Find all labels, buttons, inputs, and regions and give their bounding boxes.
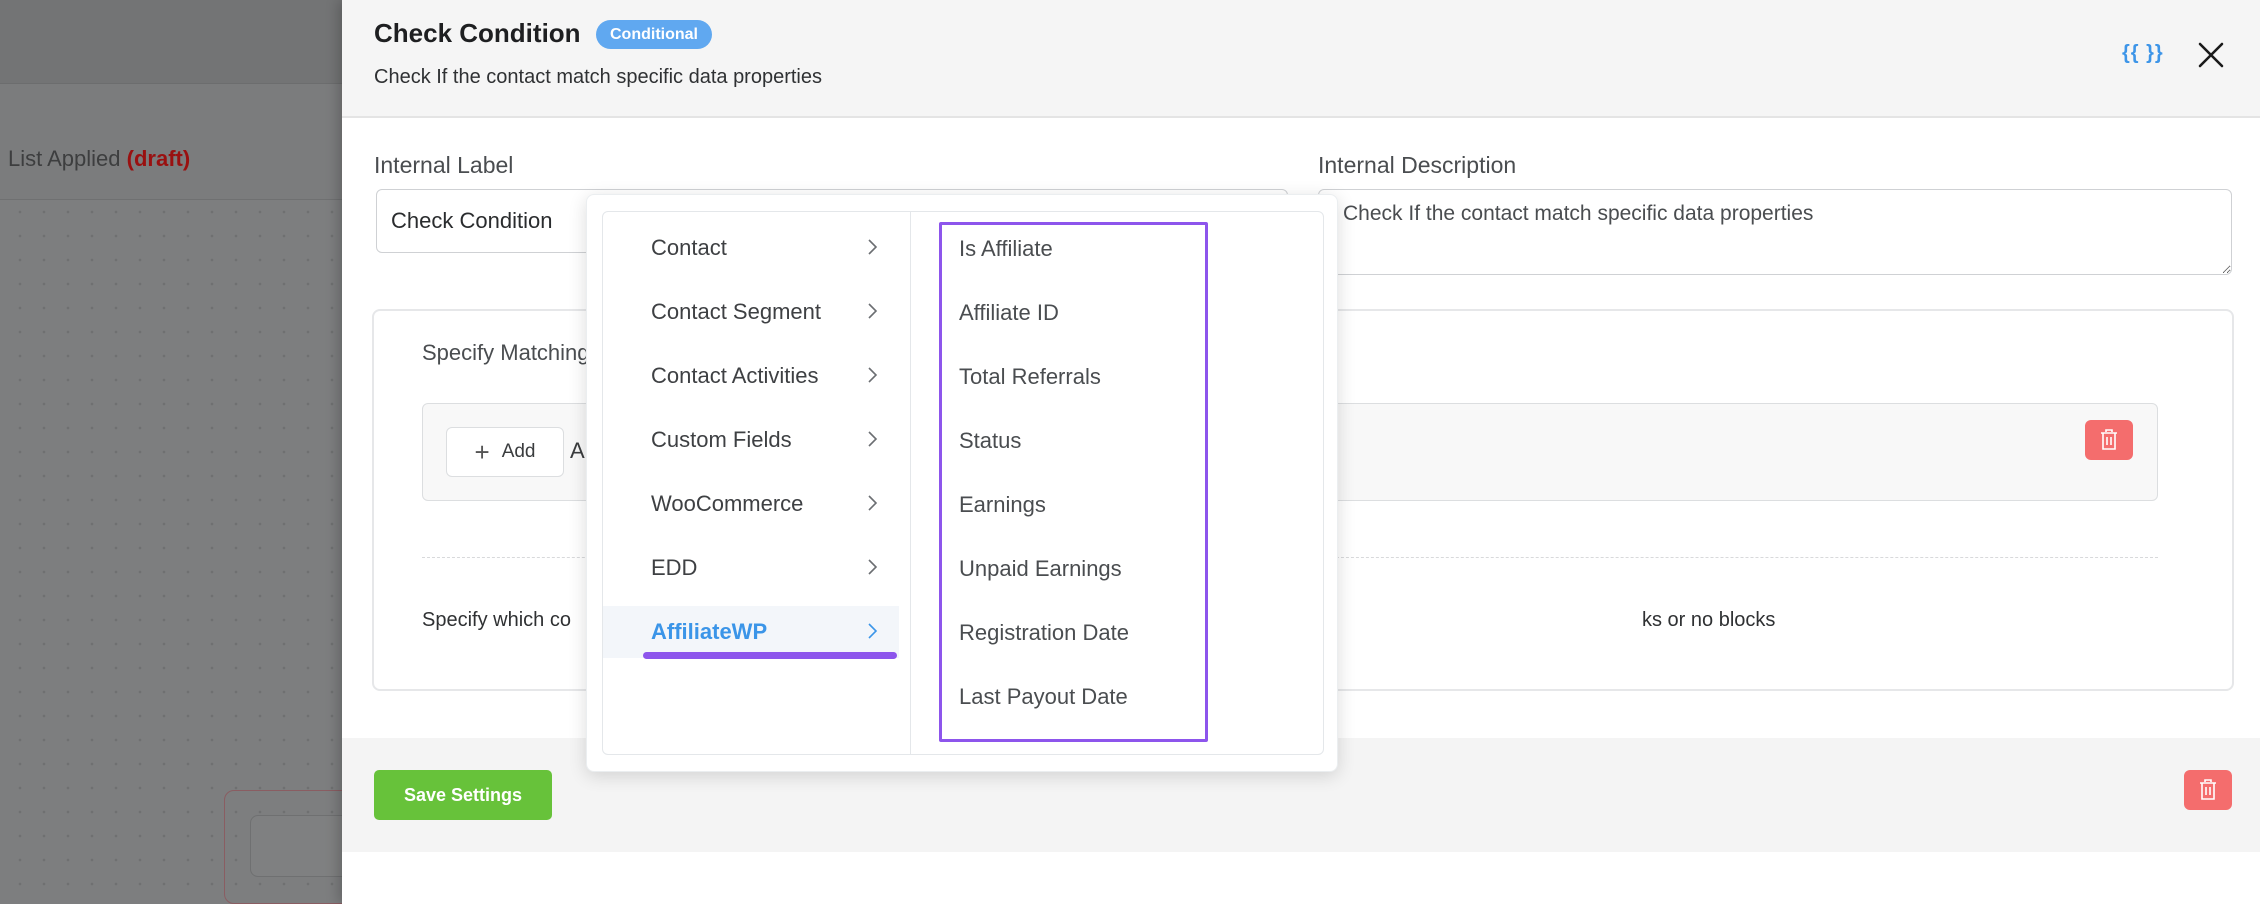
category-woocommerce[interactable]: WooCommerce <box>603 478 899 530</box>
option-status[interactable]: Status <box>959 428 1021 454</box>
option-is-affiliate[interactable]: Is Affiliate <box>959 236 1053 262</box>
category-label: Contact <box>651 235 727 260</box>
smartcode-icon[interactable]: {{ }} <box>2122 42 2164 65</box>
drawer-header: Check Condition Conditional Check If the… <box>342 0 2260 118</box>
background-header <box>0 84 343 200</box>
matching-description: Specify which co <box>422 609 571 631</box>
category-affiliatewp[interactable]: AffiliateWP <box>603 606 899 658</box>
active-category-highlight <box>643 652 897 659</box>
category-label: AffiliateWP <box>651 619 768 644</box>
drawer-title: Check Condition <box>374 18 581 48</box>
chevron-right-icon <box>868 367 878 383</box>
category-label: Custom Fields <box>651 427 792 452</box>
plus-icon: + <box>474 437 490 467</box>
option-last-payout-date[interactable]: Last Payout Date <box>959 684 1128 710</box>
category-label: WooCommerce <box>651 491 804 516</box>
category-custom-fields[interactable]: Custom Fields <box>603 414 899 466</box>
category-contact-segment[interactable]: Contact Segment <box>603 286 899 338</box>
chevron-right-icon <box>868 559 878 575</box>
category-menu: Contact Contact Segment Contact Activiti… <box>603 212 911 754</box>
background-topbar <box>0 0 343 84</box>
trash-icon <box>2200 779 2216 800</box>
internal-label-label: Internal Label <box>374 152 514 178</box>
chevron-right-icon <box>868 431 878 447</box>
internal-description-label: Internal Description <box>1318 152 1517 178</box>
add-condition-label: Add <box>501 441 536 462</box>
chevron-right-icon <box>868 303 878 319</box>
delete-group-button[interactable] <box>2085 420 2133 460</box>
close-icon[interactable] <box>2196 40 2226 70</box>
internal-description-textarea[interactable]: Check If the contact match specific data… <box>1318 189 2232 275</box>
property-cascader: Contact Contact Segment Contact Activiti… <box>602 211 1324 755</box>
category-label: Contact Segment <box>651 299 821 324</box>
category-edd[interactable]: EDD <box>603 542 899 594</box>
option-unpaid-earnings[interactable]: Unpaid Earnings <box>959 556 1122 582</box>
delete-action-button[interactable] <box>2184 770 2232 810</box>
chevron-right-icon <box>868 495 878 511</box>
trash-icon <box>2101 429 2117 450</box>
option-total-referrals[interactable]: Total Referrals <box>959 364 1101 390</box>
chevron-right-icon <box>868 239 878 255</box>
category-label: Contact Activities <box>651 363 819 388</box>
funnel-title-text: List Applied <box>8 146 121 171</box>
drawer-subtitle: Check If the contact match specific data… <box>374 66 822 88</box>
draft-status: (draft) <box>126 146 191 171</box>
category-label: EDD <box>651 555 698 580</box>
add-condition-button[interactable]: + Add <box>446 427 564 477</box>
workflow-node-inner <box>250 815 350 877</box>
category-contact-activities[interactable]: Contact Activities <box>603 350 899 402</box>
option-affiliate-id[interactable]: Affiliate ID <box>959 300 1059 326</box>
conditional-badge: Conditional <box>596 20 712 49</box>
save-settings-button[interactable]: Save Settings <box>374 770 552 820</box>
funnel-title: List Applied (draft) <box>8 146 190 172</box>
option-registration-date[interactable]: Registration Date <box>959 620 1129 646</box>
chevron-right-icon <box>868 623 878 639</box>
option-earnings[interactable]: Earnings <box>959 492 1046 518</box>
category-contact[interactable]: Contact <box>603 222 899 274</box>
matching-description-tail: ks or no blocks <box>1642 609 1776 631</box>
